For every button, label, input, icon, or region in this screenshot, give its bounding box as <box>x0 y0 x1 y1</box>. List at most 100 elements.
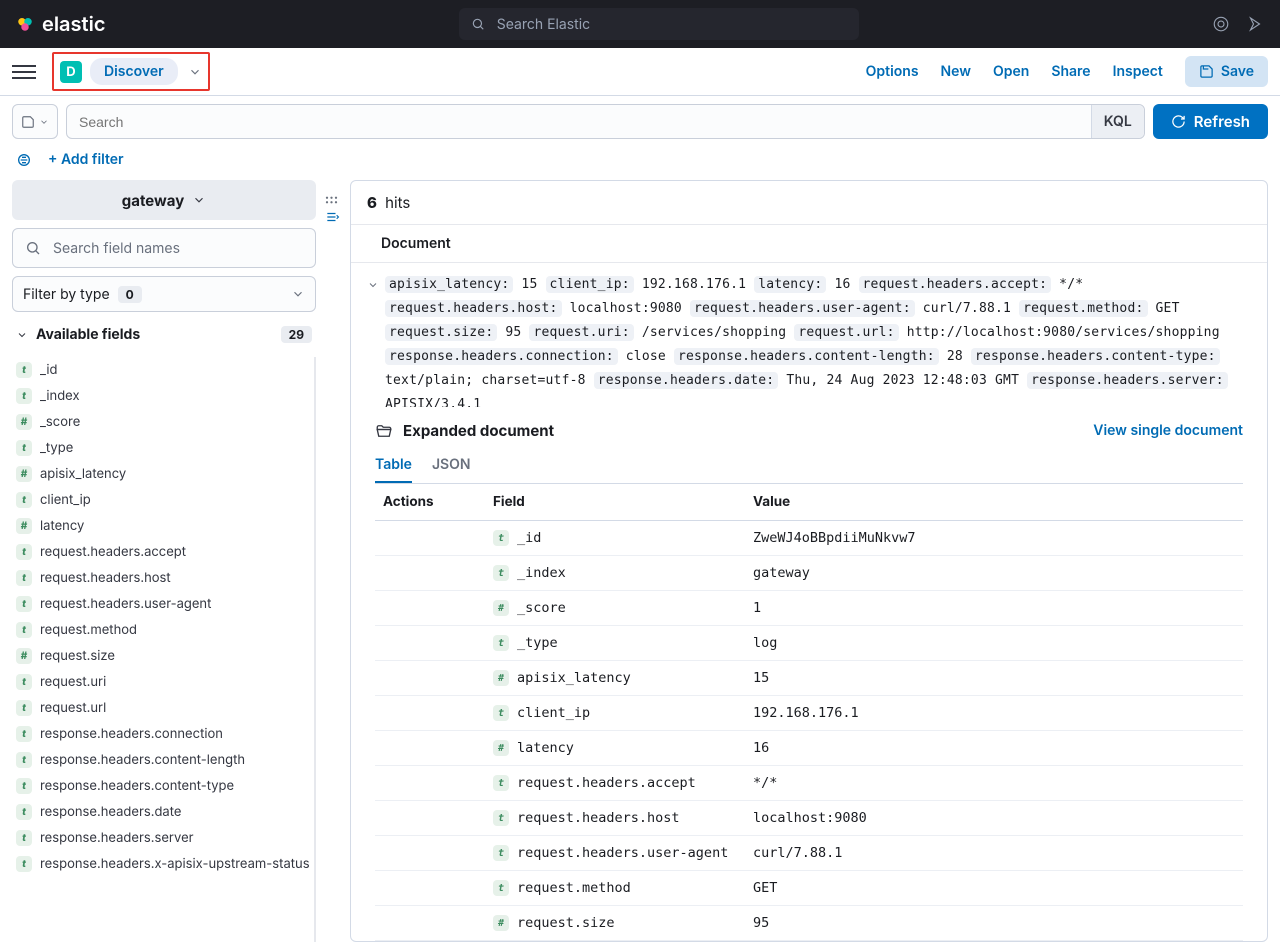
app-header: D Discover Options New Open Share Inspec… <box>0 48 1280 96</box>
document-summary: apisix_latency: 15 client_ip: 192.168.17… <box>385 273 1251 397</box>
tab-table[interactable]: Table <box>375 450 412 483</box>
value-cell: 95 <box>745 906 1243 941</box>
filter-by-type-label: Filter by type <box>23 286 110 303</box>
field-item[interactable]: tresponse.headers.server <box>12 825 314 851</box>
help-icon[interactable] <box>1246 15 1264 33</box>
field-cell: t_index <box>485 556 745 591</box>
available-fields-header[interactable]: Available fields 29 <box>12 320 316 349</box>
query-language-label[interactable]: KQL <box>1091 105 1144 138</box>
field-item[interactable]: trequest.headers.host <box>12 565 314 591</box>
search-icon <box>25 240 41 256</box>
value-cell: 15 <box>745 661 1243 696</box>
saved-query-button[interactable] <box>12 104 58 139</box>
field-name: _type <box>40 440 73 456</box>
global-search[interactable]: Search Elastic <box>459 8 859 40</box>
table-row[interactable]: trequest.headers.hostlocalhost:9080 <box>375 801 1243 836</box>
field-item[interactable]: #apisix_latency <box>12 461 314 487</box>
table-row[interactable]: #_score1 <box>375 591 1243 626</box>
layout-toggles <box>324 180 342 942</box>
new-link[interactable]: New <box>941 63 971 80</box>
drag-handle-icon[interactable] <box>324 194 342 206</box>
tab-json[interactable]: JSON <box>432 450 471 483</box>
open-link[interactable]: Open <box>993 63 1029 80</box>
field-item[interactable]: tresponse.headers.content-type <box>12 773 314 799</box>
summary-key: request.headers.host: <box>385 300 562 317</box>
field-item[interactable]: trequest.headers.accept <box>12 539 314 565</box>
index-pattern-selector[interactable]: gateway <box>12 180 316 220</box>
summary-value: Thu, 24 Aug 2023 12:48:03 GMT <box>778 373 1027 388</box>
chevron-down-icon[interactable] <box>188 65 202 79</box>
field-item[interactable]: tresponse.headers.content-length <box>12 747 314 773</box>
field-item[interactable]: trequest.headers.user-agent <box>12 591 314 617</box>
actions-cell <box>375 906 485 941</box>
filter-by-type[interactable]: Filter by type 0 <box>12 276 316 312</box>
field-item[interactable]: #latency <box>12 513 314 539</box>
text-type-icon: t <box>16 440 32 456</box>
field-item[interactable]: tresponse.headers.connection <box>12 721 314 747</box>
table-row[interactable]: t_typelog <box>375 626 1243 661</box>
field-item[interactable]: t_index <box>12 383 314 409</box>
query-input[interactable] <box>67 106 1091 138</box>
number-type-icon: # <box>16 648 32 664</box>
newsfeed-icon[interactable] <box>1212 15 1230 33</box>
table-row[interactable]: tclient_ip192.168.176.1 <box>375 696 1243 731</box>
table-row[interactable]: t_idZweWJ4oBBpdiiMuNkvw7 <box>375 521 1243 556</box>
elastic-logo[interactable]: elastic <box>16 12 105 36</box>
refresh-icon <box>1171 114 1186 129</box>
inspect-link[interactable]: Inspect <box>1113 63 1163 80</box>
table-row[interactable]: t_indexgateway <box>375 556 1243 591</box>
value-cell: */* <box>745 766 1243 801</box>
text-type-icon: t <box>16 726 32 742</box>
field-item[interactable]: tresponse.headers.x-apisix-upstream-stat… <box>12 851 314 877</box>
nav-menu-button[interactable] <box>12 60 36 84</box>
table-row[interactable]: #request.size95 <box>375 906 1243 941</box>
save-button[interactable]: Save <box>1185 56 1268 87</box>
field-item[interactable]: trequest.uri <box>12 669 314 695</box>
summary-value: /services/shopping <box>634 325 795 340</box>
field-name: apisix_latency <box>40 466 126 482</box>
text-type-icon: t <box>16 362 32 378</box>
table-row[interactable]: #latency16 <box>375 731 1243 766</box>
space-badge[interactable]: D <box>60 61 82 83</box>
text-type-icon: t <box>16 674 32 690</box>
text-type-icon: t <box>493 635 509 651</box>
view-single-document-link[interactable]: View single document <box>1093 422 1243 439</box>
chevron-down-icon <box>16 329 28 341</box>
field-item[interactable]: trequest.url <box>12 695 314 721</box>
field-name: request.method <box>40 622 137 638</box>
table-row[interactable]: trequest.headers.accept*/* <box>375 766 1243 801</box>
text-type-icon: t <box>16 596 32 612</box>
add-filter-button[interactable]: + Add filter <box>48 151 124 168</box>
field-list[interactable]: t_idt_index#_scoret_type#apisix_latencyt… <box>12 357 316 942</box>
field-item[interactable]: #request.size <box>12 643 314 669</box>
field-item[interactable]: t _type <box>12 435 314 461</box>
summary-key: request.uri: <box>529 324 633 341</box>
refresh-button[interactable]: Refresh <box>1153 104 1268 139</box>
share-link[interactable]: Share <box>1051 63 1090 80</box>
actions-cell <box>375 661 485 696</box>
field-name: _index <box>40 388 80 404</box>
field-item[interactable]: tresponse.headers.date <box>12 799 314 825</box>
collapse-row-icon[interactable] <box>367 279 379 397</box>
field-item[interactable]: t_id <box>12 357 314 383</box>
table-row[interactable]: trequest.headers.user-agentcurl/7.88.1 <box>375 836 1243 871</box>
table-row[interactable]: trequest.methodGET <box>375 871 1243 906</box>
field-item[interactable]: tclient_ip <box>12 487 314 513</box>
field-name: request.size <box>517 915 615 931</box>
document-row: apisix_latency: 15 client_ip: 192.168.17… <box>351 263 1267 407</box>
filter-type-count: 0 <box>118 286 142 303</box>
table-row[interactable]: #apisix_latency15 <box>375 661 1243 696</box>
field-search-input[interactable]: Search field names <box>12 228 316 268</box>
app-header-actions: Options New Open Share Inspect Save <box>866 56 1268 87</box>
filter-icon[interactable] <box>16 152 32 168</box>
options-link[interactable]: Options <box>866 63 919 80</box>
field-name: request.headers.accept <box>40 544 186 560</box>
field-item[interactable]: trequest.method <box>12 617 314 643</box>
field-name: response.headers.content-type <box>40 778 234 794</box>
text-type-icon: t <box>16 752 32 768</box>
collapse-icon[interactable] <box>324 210 340 224</box>
app-title-pill[interactable]: Discover <box>90 58 178 85</box>
field-item[interactable]: #_score <box>12 409 314 435</box>
field-name: request.headers.host <box>517 810 680 826</box>
field-name: request.headers.accept <box>517 775 696 791</box>
